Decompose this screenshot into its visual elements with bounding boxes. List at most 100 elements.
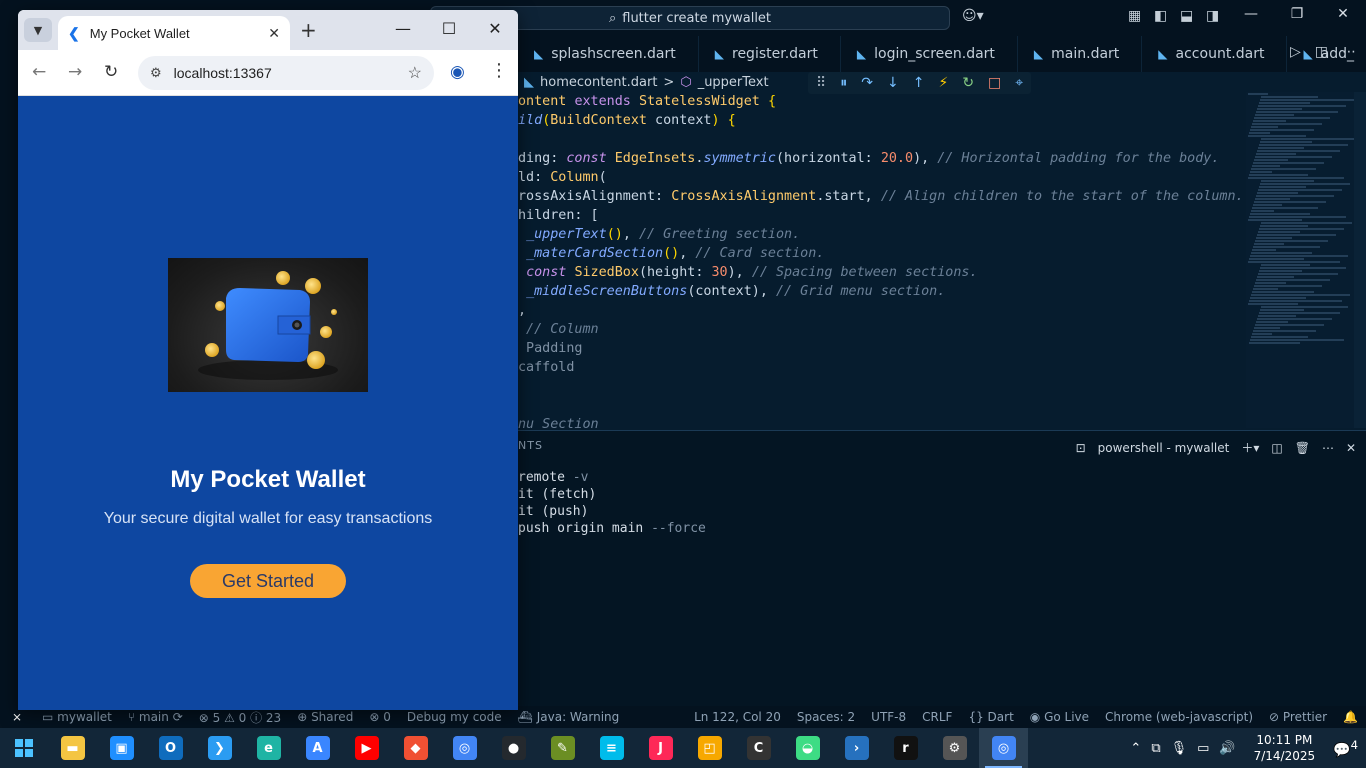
pause-icon[interactable]: ⏸ <box>840 75 847 91</box>
status-shared[interactable]: ⊕ Shared <box>289 710 361 724</box>
panel-tab-label[interactable]: NTS <box>518 439 543 452</box>
trash-icon[interactable]: 🗑 <box>1295 441 1310 455</box>
stop-icon[interactable]: □ <box>988 75 1001 91</box>
close-tab-icon[interactable]: ✕ <box>268 25 280 42</box>
split-terminal-icon[interactable]: ◫ <box>1271 441 1282 455</box>
microphone-icon[interactable]: 🎙 <box>1171 741 1188 756</box>
taskbar-app-button[interactable]: › <box>832 728 881 768</box>
tab-account[interactable]: ◣ account.dart <box>1142 36 1288 72</box>
minimize-icon[interactable]: — <box>1236 6 1266 22</box>
tab-login-screen[interactable]: ◣ login_screen.dart <box>841 36 1018 72</box>
start-button[interactable] <box>0 728 48 768</box>
copilot-icon[interactable]: ☺▾ <box>962 8 984 24</box>
close-icon[interactable]: ✕ <box>1328 6 1358 22</box>
terminal-title[interactable]: powershell - mywallet <box>1098 441 1230 455</box>
step-over-icon[interactable]: ↷ <box>861 75 873 91</box>
taskbar-app-button[interactable]: ✎ <box>538 728 587 768</box>
status-ports[interactable]: ⊗ 0 <box>361 710 399 724</box>
status-spaces[interactable]: Spaces: 2 <box>789 710 863 724</box>
chevron-up-icon[interactable]: ⌃ <box>1130 741 1141 756</box>
taskbar-app-button[interactable]: ◎ <box>440 728 489 768</box>
devtools-icon[interactable]: ⌖ <box>1015 75 1023 91</box>
taskbar-app-button[interactable]: e <box>244 728 293 768</box>
minimize-icon[interactable]: — <box>388 19 418 38</box>
taskbar-app-button[interactable]: ◆ <box>391 728 440 768</box>
taskbar-app-button[interactable]: ⚙ <box>930 728 979 768</box>
maximize-icon[interactable]: ☐ <box>434 19 464 38</box>
more-icon[interactable]: ⋯ <box>1322 441 1334 455</box>
profile-icon[interactable]: ◉ <box>450 62 465 82</box>
tab-search-button[interactable]: ▼ <box>24 18 52 42</box>
drag-handle-icon[interactable]: ⠿ <box>816 75 826 91</box>
status-position[interactable]: Ln 122, Col 20 <box>686 710 789 724</box>
toggle-secondary-sidebar-icon[interactable]: ◨ <box>1206 8 1219 24</box>
taskbar-app-button[interactable]: J <box>636 728 685 768</box>
network-battery-icon[interactable]: ▭ <box>1197 741 1209 756</box>
status-encoding[interactable]: UTF-8 <box>863 710 914 724</box>
status-java[interactable]: ⛴ Java: Warning <box>510 710 628 724</box>
taskbar-app-button[interactable]: O <box>146 728 195 768</box>
tab-splashscreen[interactable]: ◣ splashscreen.dart <box>518 36 699 72</box>
run-icon[interactable]: ▷ <box>1290 44 1301 60</box>
taskbar-app-button[interactable]: ● <box>489 728 538 768</box>
forward-arrow-icon[interactable]: → <box>68 62 82 82</box>
clock[interactable]: 10:11 PM 7/14/2025 <box>1246 732 1324 764</box>
address-bar[interactable]: ⚙ localhost:13367 ☆ <box>138 56 434 90</box>
browser-tab[interactable]: ❮ My Pocket Wallet ✕ <box>58 16 290 50</box>
taskbar-app-button[interactable]: ◰ <box>685 728 734 768</box>
tab-main[interactable]: ◣ main.dart <box>1018 36 1143 72</box>
terminal-output[interactable]: remote -v it (fetch) it (push) push orig… <box>518 469 706 537</box>
step-out-icon[interactable]: ↑ <box>913 75 925 91</box>
minimap-line <box>1253 288 1278 290</box>
taskbar-app-button[interactable]: A <box>293 728 342 768</box>
toggle-sidebar-icon[interactable]: ◧ <box>1154 8 1167 24</box>
restore-icon[interactable]: ❐ <box>1282 6 1312 22</box>
chrome-menu-icon[interactable]: ⋮ <box>490 60 508 81</box>
breadcrumb-file[interactable]: homecontent.dart <box>540 75 657 90</box>
restart-icon[interactable]: ↻ <box>962 75 974 91</box>
status-language[interactable]: {} Dart <box>960 710 1021 724</box>
split-editor-icon[interactable]: ◫ <box>1315 44 1328 60</box>
status-golive[interactable]: ◉ Go Live <box>1022 710 1097 724</box>
taskbar-app-button[interactable]: r <box>881 728 930 768</box>
step-into-icon[interactable]: ↓ <box>887 75 899 91</box>
code-editor[interactable]: ontent extends StatelessWidget { ild(Bui… <box>518 92 1246 428</box>
new-tab-button[interactable]: + <box>300 18 317 42</box>
status-device[interactable]: Chrome (web-javascript) <box>1097 710 1261 724</box>
volume-icon[interactable]: 🔊 <box>1219 741 1235 756</box>
back-arrow-icon[interactable]: ← <box>32 62 46 82</box>
close-panel-icon[interactable]: ✕ <box>1346 441 1356 455</box>
meet-now-icon[interactable]: ⧉ <box>1151 741 1160 756</box>
url-text[interactable]: localhost:13367 <box>174 65 396 81</box>
site-info-icon[interactable]: ⚙ <box>150 65 162 81</box>
toggle-panel-icon[interactable]: ⬓ <box>1180 8 1193 24</box>
taskbar-app-button[interactable]: ◒ <box>783 728 832 768</box>
taskbar-app-button[interactable]: ▣ <box>97 728 146 768</box>
status-debug[interactable]: Debug my code <box>399 710 510 724</box>
reload-icon[interactable]: ↻ <box>104 62 118 82</box>
more-icon[interactable]: ⋯ <box>1342 44 1356 60</box>
tab-register[interactable]: ◣ register.dart <box>699 36 841 72</box>
status-eol[interactable]: CRLF <box>914 710 960 724</box>
taskbar-app-button[interactable]: ◎ <box>979 728 1028 768</box>
status-prettier[interactable]: ⊘ Prettier <box>1261 710 1335 724</box>
notification-center-icon[interactable]: 💬4 <box>1333 738 1358 759</box>
status-repo[interactable]: ▭ mywallet <box>34 710 120 724</box>
taskbar-app-button[interactable]: ▶ <box>342 728 391 768</box>
hot-reload-icon[interactable]: ⚡ <box>938 75 948 91</box>
new-terminal-icon[interactable]: ＋▾ <box>1241 439 1259 456</box>
editor-scrollbar[interactable] <box>1354 92 1366 428</box>
breadcrumb-symbol[interactable]: _upperText <box>698 75 769 90</box>
taskbar-app-button[interactable]: C <box>734 728 783 768</box>
get-started-button[interactable]: Get Started <box>190 564 346 598</box>
close-window-icon[interactable]: ✕ <box>480 19 510 38</box>
status-problems[interactable]: ⊗ 5 ⚠ 0 ⓘ 23 <box>191 709 289 726</box>
taskbar-app-button[interactable]: ▬ <box>48 728 97 768</box>
status-branch[interactable]: ⑂ main ⟳ <box>120 710 191 724</box>
bookmark-star-icon[interactable]: ☆ <box>408 63 422 83</box>
notifications-bell-icon[interactable]: 🔔 <box>1335 710 1366 724</box>
taskbar-app-button[interactable]: ≡ <box>587 728 636 768</box>
layout-icon[interactable]: ▦ <box>1128 8 1141 24</box>
minimap[interactable] <box>1246 92 1354 428</box>
taskbar-app-button[interactable]: ❯ <box>195 728 244 768</box>
